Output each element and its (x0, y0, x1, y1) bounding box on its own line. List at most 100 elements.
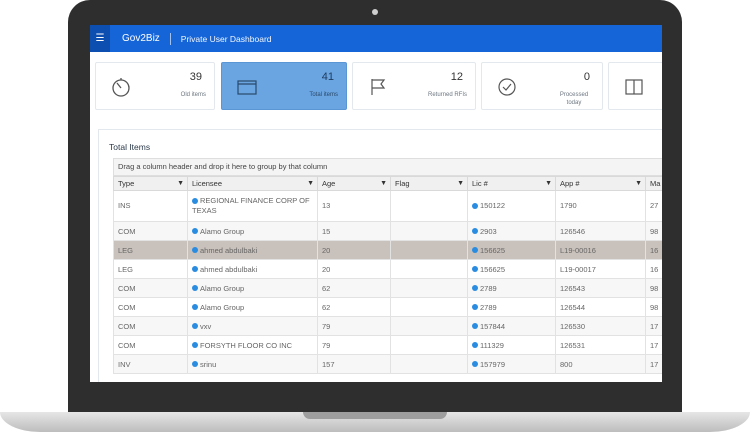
cell-lic[interactable]: 156625 (467, 240, 556, 260)
filter-icon[interactable]: ▼ (635, 180, 642, 187)
link-icon (472, 202, 478, 209)
licensee-link[interactable]: Alamo Group (200, 303, 244, 312)
lic-link[interactable]: 157844 (480, 322, 505, 331)
table-row[interactable]: COM Alamo Group 62 2789 126544 98 (113, 297, 662, 317)
cell-app: 1790 (555, 190, 646, 222)
column-header-age[interactable]: Age ▼ (317, 176, 391, 191)
card-book[interactable] (608, 62, 662, 110)
cell-licensee[interactable]: Alamo Group (187, 278, 318, 298)
cell-flag (390, 354, 468, 374)
cell-app: 126543 (555, 278, 646, 298)
filter-icon[interactable]: ▼ (177, 180, 184, 187)
cell-app: 126531 (555, 335, 646, 355)
card-returned-rfis[interactable]: 12 Returned RFIs (352, 62, 476, 110)
cell-type: COM (113, 316, 188, 336)
cell-licensee[interactable]: FORSYTH FLOOR CO INC (187, 335, 318, 355)
cell-app: 126530 (555, 316, 646, 336)
cell-ma: 98 (645, 221, 662, 241)
cell-lic[interactable]: 2903 (467, 221, 556, 241)
filter-icon[interactable]: ▼ (457, 180, 464, 187)
column-header-ma[interactable]: Ma (645, 176, 662, 191)
licensee-link[interactable]: REGIONAL FINANCE CORP OF TEXAS (192, 196, 310, 215)
card-total-items[interactable]: 41 Total items (221, 62, 347, 110)
cell-licensee[interactable]: vxv (187, 316, 318, 336)
table-row[interactable]: COM FORSYTH FLOOR CO INC 79 111329 12653… (113, 335, 662, 355)
licensee-link[interactable]: Alamo Group (200, 227, 244, 236)
column-header-app[interactable]: App # ▼ (555, 176, 646, 191)
lic-link[interactable]: 111329 (480, 341, 504, 350)
card-label: Processed today (559, 92, 589, 106)
column-header-flag[interactable]: Flag ▼ (390, 176, 468, 191)
filter-icon[interactable]: ▼ (545, 180, 552, 187)
book-icon (625, 79, 643, 95)
cell-lic[interactable]: 157844 (467, 316, 556, 336)
card-old-items[interactable]: 39 Old items (95, 62, 215, 110)
licensee-link[interactable]: vxv (200, 322, 211, 331)
table-row[interactable]: COM vxv 79 157844 126530 17 (113, 316, 662, 336)
flag-icon (371, 79, 386, 95)
cell-ma: 17 (645, 354, 662, 374)
card-value: 39 (189, 71, 202, 83)
items-grid: Type ▼ Licensee ▼ Age ▼ Flag ▼ Lic # ▼ App # ▼… (113, 176, 662, 374)
lic-link[interactable]: 2789 (480, 303, 497, 312)
cell-type: COM (113, 335, 188, 355)
cell-licensee[interactable]: Alamo Group (187, 297, 318, 317)
link-icon (472, 361, 478, 367)
cell-licensee[interactable]: ahmed abdulbaki (187, 259, 318, 279)
lic-link[interactable]: 2789 (480, 284, 497, 293)
card-processed-today[interactable]: 0 Processed today (481, 62, 603, 110)
lic-link[interactable]: 156625 (480, 265, 505, 274)
column-label: Lic # (472, 179, 488, 188)
cell-lic[interactable]: 157979 (467, 354, 556, 374)
lic-link[interactable]: 2903 (480, 227, 497, 236)
column-label: Age (322, 179, 336, 188)
total-items-panel: Total Items Drag a column header and dro… (98, 129, 662, 382)
menu-icon[interactable]: ☰ (90, 25, 110, 52)
licensee-link[interactable]: ahmed abdulbaki (200, 265, 257, 274)
table-row[interactable]: COM Alamo Group 62 2789 126543 98 (113, 278, 662, 298)
table-row[interactable]: COM Alamo Group 15 2903 126546 98 (113, 221, 662, 241)
link-icon (472, 304, 478, 310)
cell-lic[interactable]: 156625 (467, 259, 556, 279)
link-icon (472, 247, 478, 253)
cell-lic[interactable]: 2789 (467, 297, 556, 317)
card-value: 12 (450, 71, 463, 83)
cell-app: 126544 (555, 297, 646, 317)
licensee-link[interactable]: srinu (200, 360, 216, 369)
link-icon (192, 197, 198, 204)
cell-licensee[interactable]: Alamo Group (187, 221, 318, 241)
laptop-notch (303, 412, 447, 419)
cell-lic[interactable]: 150122 (467, 190, 556, 222)
cell-licensee[interactable]: ahmed abdulbaki (187, 240, 318, 260)
table-row[interactable]: INV srinu 157 157979 800 17 (113, 354, 662, 374)
lic-link[interactable]: 156625 (480, 246, 505, 255)
group-drop-zone[interactable]: Drag a column header and drop it here to… (113, 158, 662, 176)
column-header-licensee[interactable]: Licensee ▼ (187, 176, 318, 191)
link-icon (472, 228, 478, 234)
column-header-type[interactable]: Type ▼ (113, 176, 188, 191)
card-label: Old items (180, 92, 206, 98)
cell-licensee[interactable]: REGIONAL FINANCE CORP OF TEXAS (187, 190, 318, 222)
cell-age: 157 (317, 354, 391, 374)
table-row[interactable]: LEG ahmed abdulbaki 20 156625 L19-00017 … (113, 259, 662, 279)
cell-age: 13 (317, 190, 391, 222)
cell-lic[interactable]: 2789 (467, 278, 556, 298)
filter-icon[interactable]: ▼ (307, 180, 314, 187)
table-row[interactable]: INS REGIONAL FINANCE CORP OF TEXAS 13 15… (113, 190, 662, 222)
lic-link[interactable]: 157979 (480, 360, 505, 369)
cell-lic[interactable]: 111329 (467, 335, 556, 355)
licensee-link[interactable]: ahmed abdulbaki (200, 246, 257, 255)
lic-link[interactable]: 150122 (480, 201, 505, 210)
licensee-link[interactable]: FORSYTH FLOOR CO INC (200, 341, 292, 350)
cell-type: LEG (113, 259, 188, 279)
link-icon (192, 304, 198, 310)
cell-type: COM (113, 297, 188, 317)
link-icon (472, 285, 478, 291)
cell-app: 800 (555, 354, 646, 374)
column-header-lic[interactable]: Lic # ▼ (467, 176, 556, 191)
table-row-selected[interactable]: LEG ahmed abdulbaki 20 156625 L19-00016 … (113, 240, 662, 260)
cell-licensee[interactable]: srinu (187, 354, 318, 374)
column-label: Ma (650, 179, 661, 188)
licensee-link[interactable]: Alamo Group (200, 284, 244, 293)
filter-icon[interactable]: ▼ (380, 180, 387, 187)
